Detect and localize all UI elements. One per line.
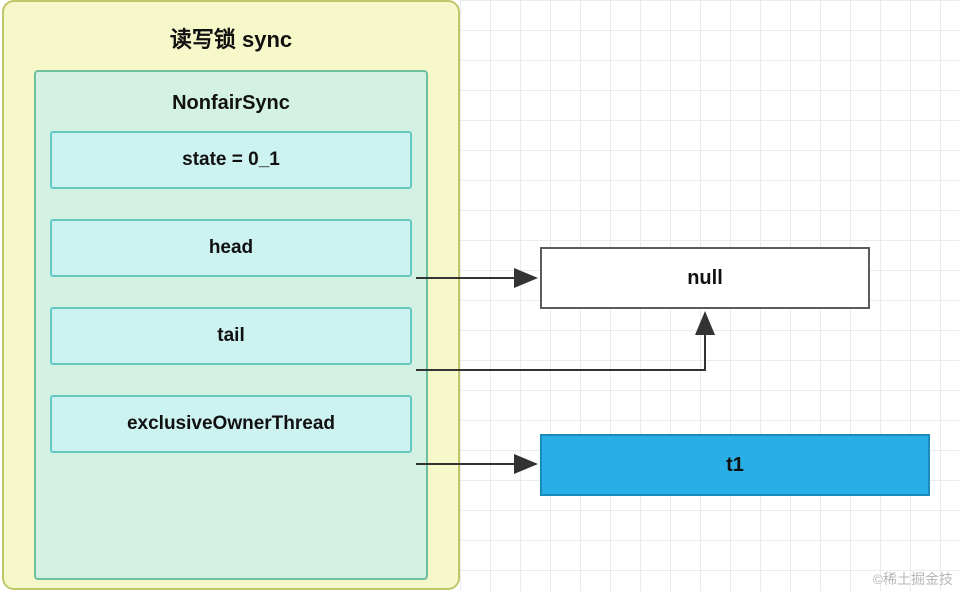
sync-container: 读写锁 sync NonfairSync state = 0_1 head ta… [2,0,460,590]
exclusive-owner-thread-cell: exclusiveOwnerThread [50,395,412,453]
state-cell: state = 0_1 [50,131,412,189]
t1-node: t1 [540,434,930,496]
null-node: null [540,247,870,309]
sync-title: 读写锁 sync [4,2,458,64]
nonfairsync-title: NonfairSync [50,84,412,131]
nonfairsync-container: NonfairSync state = 0_1 head tail exclus… [34,70,428,580]
tail-cell: tail [50,307,412,365]
watermark: ©稀土掘金技 [873,569,953,589]
head-cell: head [50,219,412,277]
